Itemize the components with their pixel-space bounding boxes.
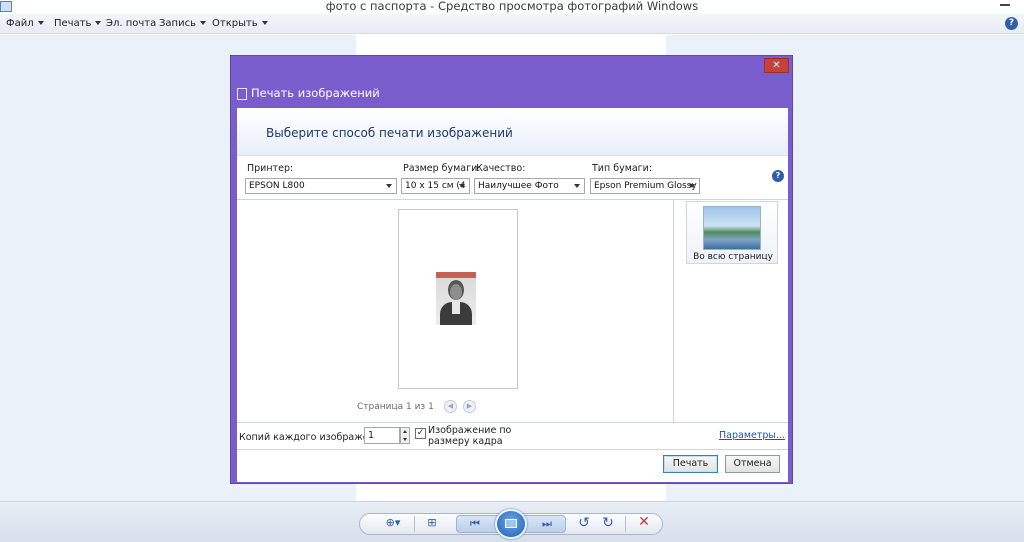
paper-size-label: Размер бумаги: [403,163,481,174]
menu-bar: Файл Печать Эл. почта Запись Открыть [0,14,1024,34]
next-page-icon[interactable]: ▶ [463,400,476,413]
delete-icon[interactable]: ✕ [637,515,651,529]
print-dialog: ✕ Печать изображений Выберите способ печ… [230,55,793,484]
divider [625,516,626,532]
photo-face [450,284,462,300]
chevron-down-icon [199,21,206,25]
printer-select[interactable]: EPSON L800 [245,178,397,194]
menu-print-label: Печать [54,18,92,29]
options-link[interactable]: Параметры... [719,430,785,441]
next-icon[interactable]: ⏭ [538,517,556,531]
copies-input[interactable]: 1 [364,427,400,444]
menu-burn[interactable]: Запись [159,17,206,31]
quality-label: Качество: [476,163,526,174]
divider [237,422,788,423]
paper-type-select[interactable]: Epson Premium Glossy [590,178,700,194]
help-icon[interactable]: ? [1005,17,1018,30]
layout-thumbnail-image [703,206,761,250]
dialog-title: Печать изображений [251,86,380,100]
fit-to-frame-checkbox[interactable]: ✓ [415,428,426,439]
divider [414,516,415,532]
slideshow-icon [505,519,517,528]
chevron-down-icon [261,21,268,25]
close-icon[interactable]: ✕ [764,58,789,73]
slideshow-button[interactable] [495,509,527,539]
fit-to-frame-label: Изображение по размеру кадра [428,425,512,447]
chevron-down-icon [95,21,102,25]
passport-photo-preview [436,272,476,325]
menu-file-label: Файл [6,18,34,29]
printer-label: Принтер: [247,163,294,174]
menu-open-label: Открыть [212,18,258,29]
title-bar: фото с паспорта - Средство просмотра фот… [0,0,1024,14]
dialog-header-text: Выберите способ печати изображений [266,126,513,140]
photo-strip [436,272,476,278]
paper-size-select[interactable]: 10 x 15 см (4 [401,178,470,194]
print-button[interactable]: Печать [663,455,718,473]
menu-burn-label: Запись [159,18,196,29]
chevron-down-icon [37,21,44,25]
zoom-icon[interactable]: ⊕▾ [380,516,406,530]
previous-icon[interactable]: ⏮ [466,517,484,531]
divider [237,199,788,200]
menu-print[interactable]: Печать [54,17,102,31]
divider [237,449,788,450]
cancel-button[interactable]: Отмена [725,455,780,473]
menu-open[interactable]: Открыть [212,17,268,31]
photo-collar [452,302,460,314]
minimize-icon[interactable] [990,0,1020,10]
help-icon[interactable]: ? [772,170,784,182]
paper-type-label: Тип бумаги: [592,163,653,174]
menu-email-label: Эл. почта [106,18,157,29]
divider [673,199,674,422]
window-title: фото с паспорта - Средство просмотра фот… [325,0,699,13]
menu-file[interactable]: Файл [6,17,44,31]
dialog-header: Выберите способ печати изображений [237,108,788,156]
quality-select[interactable]: Наилучшее Фото [474,178,585,194]
layout-full-page[interactable]: Во всю страницу [686,201,778,264]
page-indicator: Страница 1 из 1 [357,402,434,412]
menu-email[interactable]: Эл. почта [106,17,156,31]
rotate-ccw-icon[interactable]: ↺ [577,516,591,530]
prev-page-icon[interactable]: ◀ [444,400,457,413]
rotate-cw-icon[interactable]: ↻ [601,516,615,530]
layout-label: Во всю страницу [693,252,773,262]
actual-size-icon[interactable]: ⊞ [424,516,440,530]
copies-spinner[interactable] [400,427,410,444]
printer-icon [237,88,247,100]
